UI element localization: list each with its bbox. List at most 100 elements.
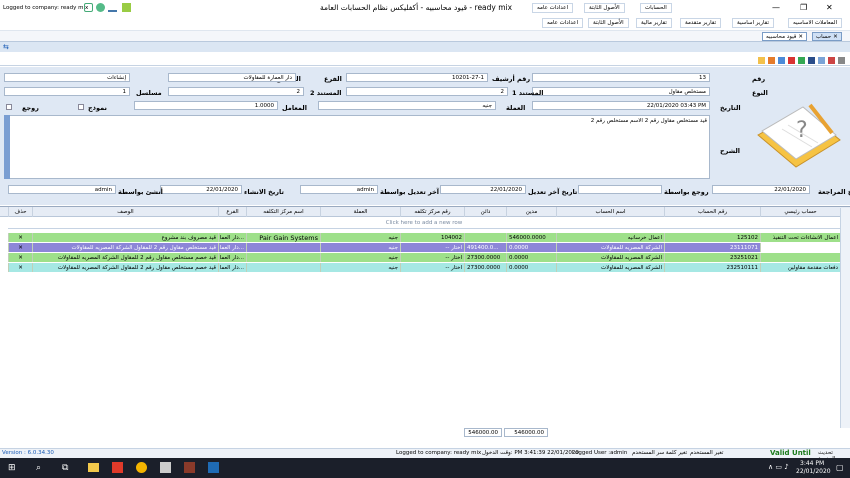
- group-advanced-reports[interactable]: تقارير متقدمة: [680, 18, 722, 28]
- chrome-icon[interactable]: [136, 462, 147, 473]
- archive-field[interactable]: 10201-27-1: [346, 73, 488, 82]
- cell-description[interactable]: قيد مصروف بند مشروع: [32, 233, 218, 242]
- col-cost-center-name[interactable]: اسم مركز التكلفه: [246, 207, 320, 217]
- close-icon[interactable]: ✕: [798, 34, 803, 40]
- ribbon-tab-settings[interactable]: اعدادات عامه: [532, 3, 573, 13]
- created-by-field[interactable]: admin: [8, 185, 116, 194]
- delete-row-icon[interactable]: ✕: [8, 233, 32, 242]
- cell-main-account[interactable]: دفعات مقدمة مقاولين: [760, 263, 840, 272]
- group-fixed-assets[interactable]: الأصول الثابتة: [588, 18, 629, 28]
- delete-row-icon[interactable]: ✕: [8, 243, 32, 252]
- cell-currency[interactable]: جنيه: [320, 263, 400, 272]
- new-row-hint[interactable]: Click here to add a new row: [8, 220, 840, 229]
- col-currency[interactable]: العملة: [320, 207, 400, 217]
- undo-icon[interactable]: [818, 57, 825, 64]
- col-debit[interactable]: مدين: [506, 207, 556, 217]
- app-icon[interactable]: [84, 3, 93, 12]
- maximize-button[interactable]: ❐: [800, 3, 807, 12]
- branch-select[interactable]: دار العمارة للمقاولات: [168, 73, 296, 82]
- cell-branch[interactable]: دار العما...: [218, 253, 246, 262]
- cell-account-number[interactable]: 23251021: [664, 253, 760, 262]
- group-general-settings[interactable]: اعدادات عامه: [542, 18, 583, 28]
- cell-cost-center-no[interactable]: -- اختار: [400, 253, 464, 262]
- doc1-field[interactable]: 2: [346, 87, 508, 96]
- cell-currency[interactable]: جنيه: [320, 233, 400, 242]
- minimize-button[interactable]: —: [772, 3, 780, 12]
- tab-account[interactable]: حساب ✕: [812, 32, 842, 41]
- copy-icon[interactable]: [778, 57, 785, 64]
- close-form-icon[interactable]: [828, 57, 835, 64]
- excel-icon[interactable]: [122, 3, 131, 12]
- search-icon[interactable]: ⌕: [36, 463, 41, 473]
- table-row[interactable]: دفعات مقدمة مقاولين 232510111 الشركة الم…: [0, 263, 850, 272]
- cell-main-account[interactable]: اعمال الانشاءات تحت التنفيذ: [760, 233, 840, 242]
- cell-currency[interactable]: جنيه: [320, 253, 400, 262]
- app-select[interactable]: إنشاءات: [4, 73, 130, 82]
- cell-cost-center-name[interactable]: [246, 263, 320, 272]
- cell-cost-center-name[interactable]: Pair Gain Systems: [246, 233, 320, 242]
- cell-main-account[interactable]: [760, 243, 840, 252]
- delete-row-icon[interactable]: ✕: [8, 263, 32, 272]
- col-cost-center-no[interactable]: رقم مركز تكلفه: [400, 207, 464, 217]
- cell-account-number[interactable]: 23111071: [664, 243, 760, 252]
- refresh-icon[interactable]: [96, 3, 105, 12]
- col-account-name[interactable]: اسم الحساب: [556, 207, 664, 217]
- col-credit[interactable]: دائن: [464, 207, 506, 217]
- clock-time[interactable]: 3:44 PM: [800, 460, 824, 467]
- cell-credit[interactable]: 27300.0000: [464, 263, 506, 272]
- table-row[interactable]: 23251021 الشركة المصريه للمقاولات 0.0000…: [0, 253, 850, 262]
- currency-select[interactable]: جنيه: [318, 101, 496, 110]
- date-field[interactable]: 22/01/2020 03:43 PM: [532, 101, 710, 110]
- col-account-number[interactable]: رقم الحساب: [664, 207, 760, 217]
- notification-icon[interactable]: ▢: [836, 463, 844, 472]
- cell-account-name[interactable]: الشركة المصريه للمقاولات: [556, 253, 664, 262]
- cell-branch[interactable]: دار العما...: [218, 243, 246, 252]
- app-icon-2[interactable]: [184, 462, 195, 473]
- reviewed-by-field[interactable]: [578, 185, 662, 194]
- table-row[interactable]: اعمال الانشاءات تحت التنفيذ 125102 اعمال…: [0, 233, 850, 242]
- delete-icon[interactable]: [788, 57, 795, 64]
- change-password-link[interactable]: تغير كلمة سر المستخدم: [632, 450, 687, 456]
- col-branch[interactable]: الفرع: [218, 207, 246, 217]
- rate-field[interactable]: 1.0000: [134, 101, 278, 110]
- app-icon-3[interactable]: [208, 462, 219, 473]
- group-basic-reports[interactable]: تقارير اساسية: [732, 18, 774, 28]
- review-date-field[interactable]: 22/01/2020: [712, 185, 810, 194]
- cell-account-name[interactable]: الشركة المصريه للمقاولات: [556, 263, 664, 272]
- cell-description[interactable]: قيد خصم مستخلص مقاول رقم 2 للمقاول الشرك…: [32, 263, 218, 272]
- cell-cost-center-no[interactable]: -- اختار: [400, 243, 464, 252]
- cell-account-number[interactable]: 232510111: [664, 263, 760, 272]
- cell-debit[interactable]: 0.0000: [506, 263, 556, 272]
- cell-currency[interactable]: جنيه: [320, 243, 400, 252]
- col-main-account[interactable]: حساب رئيسي: [760, 207, 840, 217]
- cell-description[interactable]: قيد خصم مستخلص مقاول رقم 2 للمقاول الشرك…: [32, 253, 218, 262]
- cell-cost-center-no[interactable]: 104002: [400, 233, 464, 242]
- cell-credit[interactable]: [464, 233, 506, 242]
- edit-icon[interactable]: [768, 57, 775, 64]
- scroll-handle[interactable]: [4, 115, 10, 179]
- created-date-field[interactable]: 22/01/2020: [160, 185, 242, 194]
- description-box[interactable]: قيد مستخلص مقاول رقم 2 الاسم مستخلص رقم …: [4, 115, 710, 179]
- type-select[interactable]: مستخلص مقاول: [532, 87, 710, 96]
- doc2-field[interactable]: 2: [168, 87, 304, 96]
- cell-account-name[interactable]: الشركة المصريه للمقاولات: [556, 243, 664, 252]
- clock-date[interactable]: 22/01/2020: [796, 468, 831, 475]
- group-financial-reports[interactable]: تقارير مالية: [636, 18, 672, 28]
- tab-journal[interactable]: قيود محاسبيه ✕: [762, 32, 807, 41]
- cell-main-account[interactable]: [760, 253, 840, 262]
- serial-field[interactable]: 1: [4, 87, 130, 96]
- grid-scrollbar[interactable]: [840, 208, 850, 428]
- col-delete[interactable]: حذف: [8, 207, 32, 217]
- group-basic-transactions[interactable]: المعاملات الاساسيه: [788, 18, 843, 28]
- menu-icon[interactable]: [838, 57, 845, 64]
- task-view-icon[interactable]: ⧉: [62, 463, 68, 473]
- cell-branch[interactable]: دار العما...: [218, 263, 246, 272]
- close-icon[interactable]: ✕: [833, 34, 838, 40]
- new-icon[interactable]: [758, 57, 765, 64]
- file-explorer-icon[interactable]: [88, 463, 99, 472]
- network-icon[interactable]: ∧ ▭ ♪: [768, 463, 789, 471]
- minimize-icon[interactable]: [108, 3, 117, 12]
- cell-debit[interactable]: 0.0000: [506, 253, 556, 262]
- edit-date-field[interactable]: 22/01/2020: [440, 185, 526, 194]
- ribbon-tab-fixed-assets[interactable]: الأصول الثابتة: [584, 3, 625, 13]
